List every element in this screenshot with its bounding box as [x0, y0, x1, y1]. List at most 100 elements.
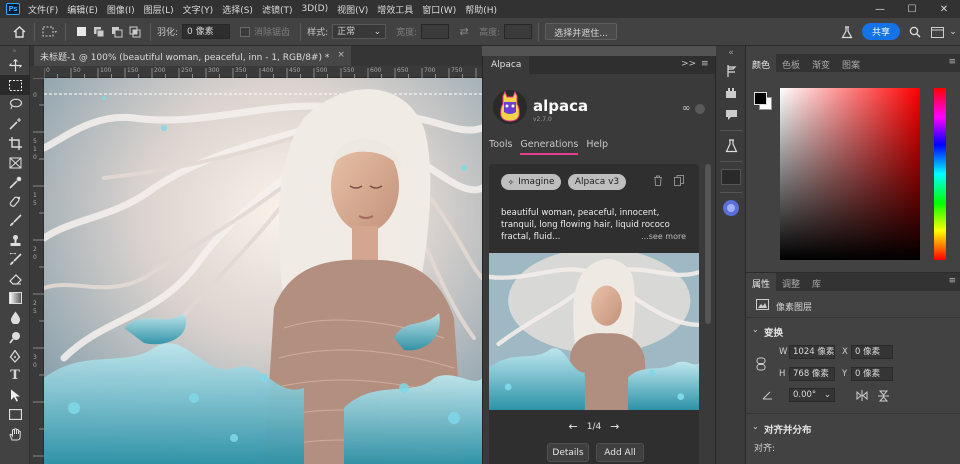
copy-icon[interactable] — [674, 175, 684, 189]
document-tab[interactable]: 未标题-1 @ 100% (beautiful woman, peaceful,… — [34, 46, 351, 66]
select-and-mask-button[interactable]: 选择并遮住... — [545, 23, 617, 40]
angle-field[interactable]: 0.00° ⌄ — [789, 388, 835, 402]
color-field[interactable] — [780, 88, 920, 260]
generated-image-thumbnail[interactable] — [489, 253, 699, 410]
marquee-preset-icon[interactable] — [41, 23, 59, 41]
swap-icon[interactable]: ⇄ — [455, 23, 473, 41]
chevron-down-icon[interactable]: ⌄ — [944, 23, 960, 41]
intersect-selection-icon[interactable] — [126, 23, 144, 41]
arrow-right-icon[interactable]: → — [610, 420, 619, 433]
move-icon[interactable] — [0, 56, 30, 75]
tab-properties[interactable]: 属性 — [746, 273, 777, 291]
antialias-checkbox[interactable] — [240, 26, 251, 37]
menu-image[interactable]: 图像(I) — [107, 3, 135, 16]
clone-stamp-icon[interactable] — [0, 231, 30, 250]
spot-heal-icon[interactable] — [0, 192, 30, 211]
pen-icon[interactable] — [0, 347, 30, 366]
add-selection-icon[interactable] — [90, 23, 108, 41]
tab-help[interactable]: Help — [586, 139, 608, 155]
marquee-icon[interactable] — [0, 75, 30, 95]
menu-plugins[interactable]: 增效工具 — [377, 3, 413, 16]
menu-type[interactable]: 文字(Y) — [183, 3, 214, 16]
canvas[interactable] — [44, 78, 482, 464]
dodge-icon[interactable] — [0, 327, 30, 346]
eyedropper-icon[interactable] — [0, 172, 30, 191]
tab-generations[interactable]: Generations — [520, 139, 579, 155]
imagine-pill[interactable]: ✧ Imagine — [501, 174, 561, 190]
history-brush-icon[interactable] — [0, 250, 30, 269]
menu-view[interactable]: 视图(V) — [337, 3, 368, 16]
subtract-selection-icon[interactable] — [108, 23, 126, 41]
new-selection-icon[interactable] — [72, 23, 90, 41]
panel-menu-icon[interactable]: ≡ — [701, 59, 709, 69]
link-dimensions-icon[interactable] — [755, 357, 767, 374]
magic-wand-icon[interactable] — [0, 114, 30, 133]
gradient-icon[interactable] — [0, 289, 30, 308]
blur-icon[interactable] — [0, 308, 30, 327]
flask-icon[interactable] — [838, 23, 856, 41]
see-more-link[interactable]: ...see more — [641, 232, 686, 241]
y-field[interactable]: 0 像素 — [851, 367, 893, 381]
panel-thumb-icon[interactable] — [716, 166, 746, 188]
model-pill[interactable]: Alpaca v3 — [568, 174, 626, 190]
home-icon[interactable] — [10, 23, 28, 41]
tab-swatches[interactable]: 色板 — [776, 54, 806, 72]
panel-menu-icon[interactable]: ≡ — [948, 57, 956, 67]
lasso-icon[interactable] — [0, 95, 30, 114]
x-field[interactable]: 0 像素 — [851, 345, 893, 359]
tab-gradients[interactable]: 渐变 — [806, 54, 836, 72]
share-button[interactable]: 共享 — [862, 23, 900, 40]
menu-file[interactable]: 文件(F) — [28, 3, 58, 16]
chevron-down-icon[interactable]: ⌄ — [752, 422, 759, 431]
menu-select[interactable]: 选择(S) — [222, 3, 253, 16]
type-icon[interactable]: T — [0, 366, 30, 385]
history-icon[interactable] — [716, 60, 746, 82]
height-field[interactable]: 768 像素 — [789, 367, 835, 381]
menu-edit[interactable]: 编辑(E) — [67, 3, 98, 16]
close-tab-icon[interactable]: × — [337, 50, 345, 62]
strip-collapse-icon[interactable]: « — [716, 46, 746, 60]
alpaca-panel-tab[interactable]: Alpaca — [483, 56, 530, 74]
menu-layer[interactable]: 图层(L) — [144, 3, 174, 16]
panel-menu-icon[interactable]: ≡ — [948, 276, 956, 286]
frame-icon[interactable] — [0, 153, 30, 172]
rectangle-icon[interactable] — [0, 405, 30, 424]
search-icon[interactable] — [906, 23, 924, 41]
alpaca-strip-icon[interactable] — [716, 197, 746, 219]
hand-icon[interactable] — [0, 424, 30, 443]
height-input[interactable] — [504, 24, 533, 39]
collapse-panel-icon[interactable]: >> — [681, 59, 696, 69]
details-button[interactable]: Details — [547, 443, 589, 462]
eraser-icon[interactable] — [0, 269, 30, 288]
link-icon[interactable]: ∞ — [682, 103, 690, 114]
plugin-icon[interactable] — [716, 82, 746, 104]
menu-filter[interactable]: 滤镜(T) — [262, 3, 293, 16]
menu-3d[interactable]: 3D(D) — [301, 4, 328, 14]
style-select[interactable]: 正常 ⌄ — [332, 24, 387, 39]
flip-horizontal-icon[interactable] — [856, 390, 868, 404]
width-field[interactable]: 1024 像素 — [789, 345, 835, 359]
comment-icon[interactable] — [716, 104, 746, 126]
trash-icon[interactable] — [653, 175, 663, 189]
panel-scrollbar[interactable] — [705, 164, 711, 324]
path-select-icon[interactable] — [0, 386, 30, 405]
width-input[interactable] — [421, 24, 450, 39]
arrow-left-icon[interactable]: ← — [569, 420, 578, 433]
minimize-button[interactable]: — — [864, 0, 896, 18]
crop-icon[interactable] — [0, 134, 30, 153]
feather-input[interactable]: 0 像素 — [182, 24, 231, 39]
add-all-button[interactable]: Add All — [596, 443, 644, 462]
hue-slider[interactable] — [934, 88, 946, 260]
tab-libraries[interactable]: 库 — [806, 273, 827, 291]
chevron-down-icon[interactable]: ⌄ — [752, 325, 759, 334]
tab-adjustments[interactable]: 调整 — [776, 273, 806, 291]
tab-patterns[interactable]: 图案 — [836, 54, 866, 72]
brush-icon[interactable] — [0, 211, 30, 230]
close-window-button[interactable]: ✕ — [928, 0, 960, 18]
tab-color[interactable]: 颜色 — [746, 54, 777, 72]
menu-window[interactable]: 窗口(W) — [422, 3, 456, 16]
menu-help[interactable]: 帮助(H) — [465, 3, 497, 16]
flask-panel-icon[interactable] — [716, 135, 746, 157]
flip-vertical-icon[interactable] — [878, 390, 889, 405]
tab-tools[interactable]: Tools — [489, 139, 512, 155]
